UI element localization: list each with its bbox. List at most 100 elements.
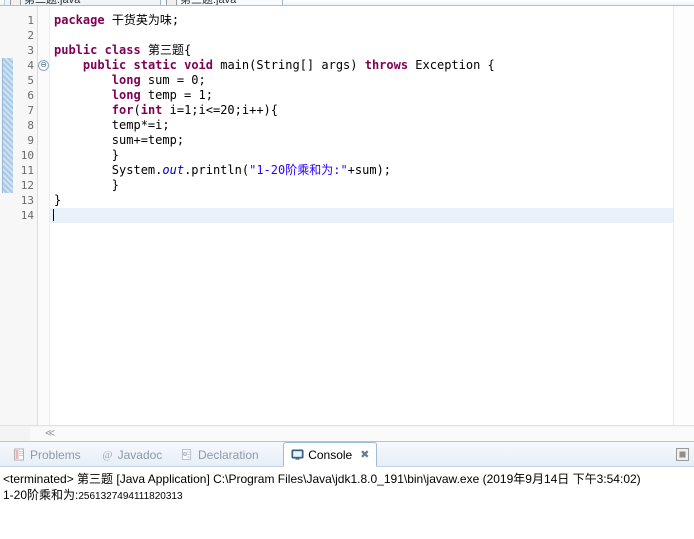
code-token: +sum); <box>347 163 392 177</box>
fold-row <box>38 193 49 208</box>
code-line[interactable] <box>50 208 674 223</box>
fold-row <box>38 73 49 88</box>
code-token: i=1;i<=20;i++){ <box>162 103 278 117</box>
fold-row <box>38 103 49 118</box>
fold-row <box>38 28 49 43</box>
scroll-left-icon[interactable]: ≪ <box>44 428 56 440</box>
console-icon <box>291 448 304 461</box>
code-token: for <box>111 103 134 117</box>
fold-row <box>38 118 49 133</box>
scrollbar-track[interactable] <box>30 427 694 441</box>
declaration-icon <box>181 448 194 461</box>
code-token: void <box>184 58 213 72</box>
fold-row <box>38 208 49 223</box>
close-icon[interactable]: ✖ <box>360 448 369 461</box>
code-line[interactable]: } <box>50 178 674 193</box>
line-number: 10 <box>20 149 34 162</box>
java-editor[interactable]: 1 2 3 4 5 6 7 8 9 10 11 12 13 14 ⊖ package 干货英为味; pub… <box>0 6 694 425</box>
line-number: 13 <box>20 194 34 207</box>
code-token: package <box>54 13 105 27</box>
line-number-ruler: 1 2 3 4 5 6 7 8 9 10 11 12 13 14 <box>14 6 38 425</box>
code-line[interactable]: temp*=i; <box>50 118 674 133</box>
code-token: sum+=temp; <box>54 133 185 147</box>
view-tab-label: Declaration <box>198 447 259 462</box>
code-token: public <box>82 58 127 72</box>
view-tab-bar: Console ✖ Declaration @ Javadoc Problems <box>0 442 694 467</box>
code-token: 第三题{ <box>140 43 192 57</box>
line-number: 9 <box>27 134 34 147</box>
code-line[interactable]: } <box>50 193 674 208</box>
code-token: .println( <box>184 163 250 177</box>
console-output-line: 1-20阶乘和为:2561327494111820313 <box>3 487 694 505</box>
view-tab-declaration[interactable]: Declaration <box>174 443 266 466</box>
line-number: 8 <box>27 119 34 132</box>
view-tab-javadoc[interactable]: @ Javadoc <box>94 443 170 466</box>
problems-icon <box>13 448 26 461</box>
view-tab-label: Problems <box>30 447 81 462</box>
code-token: System. <box>54 163 163 177</box>
line-number: 1 <box>27 14 34 27</box>
code-line[interactable]: package 干货英为味; <box>50 13 674 28</box>
code-line[interactable]: public static void main(String[] args) t… <box>50 58 674 73</box>
code-token: } <box>54 193 62 207</box>
code-line[interactable]: sum+=temp; <box>50 133 674 148</box>
svg-text:@: @ <box>102 449 112 461</box>
code-line[interactable]: long sum = 0; <box>50 73 674 88</box>
view-tab-problems[interactable]: Problems <box>6 443 88 466</box>
folding-ruler[interactable]: ⊖ <box>38 6 50 425</box>
code-area[interactable]: package 干货英为味; public class 第三题{ public … <box>50 6 674 425</box>
code-line[interactable]: public class 第三题{ <box>50 43 674 58</box>
console-output-label: 1-20阶乘和为: <box>3 488 79 502</box>
code-token: long <box>111 73 141 87</box>
fold-row <box>38 43 49 58</box>
line-number: 5 <box>27 74 34 87</box>
eclipse-window: 第二题.java 第三题.java 1 2 3 4 5 6 7 8 9 10 11 12 13 14 ⊖ … <box>0 0 694 539</box>
code-token: "1-20阶乘和为:" <box>249 163 348 177</box>
fold-row <box>38 148 49 163</box>
code-token: static <box>133 58 177 72</box>
code-token: } <box>54 148 120 162</box>
fold-row <box>38 163 49 178</box>
line-number: 14 <box>20 209 34 222</box>
code-token: public <box>54 43 98 57</box>
terminate-button[interactable] <box>673 445 692 464</box>
fold-row <box>38 13 49 28</box>
code-token: int <box>140 103 163 117</box>
line-number: 11 <box>20 164 34 177</box>
code-line[interactable]: System.out.println("1-20阶乘和为:"+sum); <box>50 163 674 178</box>
code-token: temp = 1; <box>140 88 213 102</box>
code-token: 干货英为味; <box>111 13 180 27</box>
view-tab-label: Console <box>308 447 353 462</box>
code-line[interactable]: for(int i=1;i<=20;i++){ <box>50 103 674 118</box>
code-token: out <box>162 163 185 177</box>
code-line[interactable] <box>50 28 674 43</box>
code-token: throws <box>364 58 409 72</box>
code-line[interactable]: } <box>50 148 674 163</box>
editor-vertical-ruler[interactable] <box>0 6 15 425</box>
occurrence-annotation-bar <box>2 58 13 193</box>
code-token: main(String[] args) <box>213 58 365 72</box>
line-number: 2 <box>27 29 34 42</box>
view-tab-console[interactable]: Console ✖ <box>283 442 378 467</box>
bottom-view-stack: Console ✖ Declaration @ Javadoc Problems <ter… <box>0 441 694 539</box>
view-toolbar <box>673 444 692 464</box>
text-caret <box>53 209 54 221</box>
code-token: long <box>111 88 141 102</box>
view-tab-label: Javadoc <box>117 447 163 462</box>
overview-ruler[interactable] <box>673 6 694 425</box>
line-number: 3 <box>27 44 34 57</box>
fold-row <box>38 88 49 103</box>
editor-horizontal-scrollbar[interactable]: ≪ <box>0 425 694 442</box>
fold-collapse-icon[interactable]: ⊖ <box>38 58 49 73</box>
console-output[interactable]: <terminated> 第三题 [Java Application] C:\P… <box>0 467 694 539</box>
fold-row <box>38 178 49 193</box>
code-line[interactable]: long temp = 1; <box>50 88 674 103</box>
line-number: 6 <box>27 89 34 102</box>
